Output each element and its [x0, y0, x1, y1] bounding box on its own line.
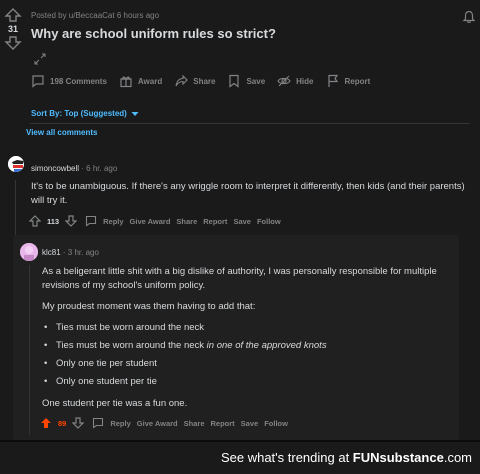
post-meta: Posted by u/BeccaaCat 6 hours ago: [31, 11, 160, 20]
comment-time: · 3 hr. ago: [62, 248, 99, 257]
comment-icon: [86, 215, 97, 227]
reply-button[interactable]: Reply: [103, 217, 123, 226]
divider: [30, 123, 470, 124]
list-item: Ties must be worn around the neck in one…: [42, 339, 452, 353]
report-button[interactable]: Report: [326, 74, 371, 88]
notification-bell-icon[interactable]: [462, 10, 476, 24]
upvote-icon[interactable]: [40, 417, 52, 429]
comment-meta: klc81 · 3 hr. ago: [42, 248, 99, 257]
comment-list: Ties must be worn around the neck Ties m…: [42, 321, 452, 389]
avatar-icon: [20, 243, 38, 261]
sort-label: Sort By: Top (Suggested): [31, 109, 127, 118]
post-actions-bar: 198 Comments Award Share Save Hide Repor…: [31, 74, 370, 88]
page: 31 Posted by u/BeccaaCat 6 hours ago Why…: [0, 0, 480, 474]
comment-icon: [32, 75, 44, 88]
award-button[interactable]: Award: [119, 74, 162, 88]
list-item: Only one tie per student: [42, 357, 452, 371]
comment-score: 113: [47, 216, 60, 226]
sort-dropdown[interactable]: Sort By: Top (Suggested): [31, 109, 139, 118]
comments-label: 198 Comments: [50, 76, 107, 86]
avatar[interactable]: [20, 243, 38, 261]
list-item: Only one student per tie: [42, 375, 452, 389]
comment-username[interactable]: klc81: [42, 248, 61, 257]
comment-time: · 6 hr. ago: [81, 164, 118, 173]
watermark-text: See what's trending at FUNsubstance.com: [220, 450, 472, 465]
flag-icon: [327, 74, 338, 87]
avatar-icon: [8, 156, 24, 172]
comment-paragraph: One student per tie was a fun one.: [42, 398, 188, 409]
comment-meta: simoncowbell · 6 hr. ago: [31, 164, 117, 173]
comment-paragraph: As a beligerant little shit with a big d…: [42, 266, 437, 291]
post-score: 31: [7, 24, 18, 34]
bookmark-icon: [229, 74, 240, 88]
share-button[interactable]: Share: [176, 217, 197, 226]
report-button[interactable]: Report: [203, 217, 227, 226]
post-vote-column: 31: [4, 8, 22, 50]
downvote-icon[interactable]: [72, 417, 85, 429]
comment-actions: 113 Reply Give Award Share Report Save F…: [29, 215, 281, 227]
reply-comment: klc81 · 3 hr. ago As a beligerant little…: [13, 235, 459, 440]
award-label: Award: [137, 76, 163, 86]
give-award-button[interactable]: Give Award: [130, 217, 171, 226]
save-button[interactable]: Save: [233, 217, 251, 226]
save-button[interactable]: Save: [227, 74, 265, 88]
post: 31 Posted by u/BeccaaCat 6 hours ago Why…: [0, 0, 480, 150]
expand-icon[interactable]: [33, 52, 47, 66]
thread-line[interactable]: [29, 265, 30, 435]
report-button[interactable]: Report: [211, 419, 235, 428]
comments-button[interactable]: 198 Comments: [31, 74, 107, 88]
hide-label: Hide: [296, 76, 314, 86]
downvote-icon[interactable]: [65, 215, 78, 227]
share-button[interactable]: Share: [174, 74, 215, 88]
upvote-icon[interactable]: [4, 8, 22, 22]
follow-button[interactable]: Follow: [264, 419, 288, 428]
save-label: Save: [246, 76, 266, 86]
reply-button[interactable]: Reply: [110, 419, 130, 428]
downvote-icon[interactable]: [4, 36, 22, 50]
comment-body: It's to be unambiguous. If there's any w…: [31, 181, 465, 206]
comment-paragraph: My proudest moment was them having to ad…: [42, 301, 256, 312]
post-title[interactable]: Why are school uniform rules so strict?: [31, 26, 276, 41]
hide-button[interactable]: Hide: [277, 74, 314, 88]
caret-down-icon: [131, 111, 139, 116]
gift-icon: [120, 76, 132, 88]
follow-button[interactable]: Follow: [257, 217, 281, 226]
share-label: Share: [193, 76, 216, 86]
hide-icon: [277, 75, 291, 87]
report-label: Report: [344, 76, 371, 86]
comment-score: 89: [58, 418, 67, 428]
upvote-icon[interactable]: [29, 215, 41, 227]
share-icon: [175, 74, 189, 87]
comment-username[interactable]: simoncowbell: [31, 164, 79, 173]
save-button[interactable]: Save: [241, 419, 259, 428]
give-award-button[interactable]: Give Award: [137, 419, 178, 428]
comment-actions: 89 Reply Give Award Share Report Save Fo…: [40, 417, 288, 429]
view-all-comments-link[interactable]: View all comments: [26, 128, 97, 137]
avatar[interactable]: [6, 154, 26, 174]
share-button[interactable]: Share: [184, 419, 205, 428]
comment-body: As a beligerant little shit with a big d…: [42, 265, 452, 418]
watermark-footer: See what's trending at FUNsubstance.com: [0, 442, 480, 474]
list-item: Ties must be worn around the neck: [42, 321, 452, 335]
comment-icon: [93, 417, 104, 429]
comment-thread: simoncowbell · 6 hr. ago It's to be unam…: [0, 150, 480, 440]
